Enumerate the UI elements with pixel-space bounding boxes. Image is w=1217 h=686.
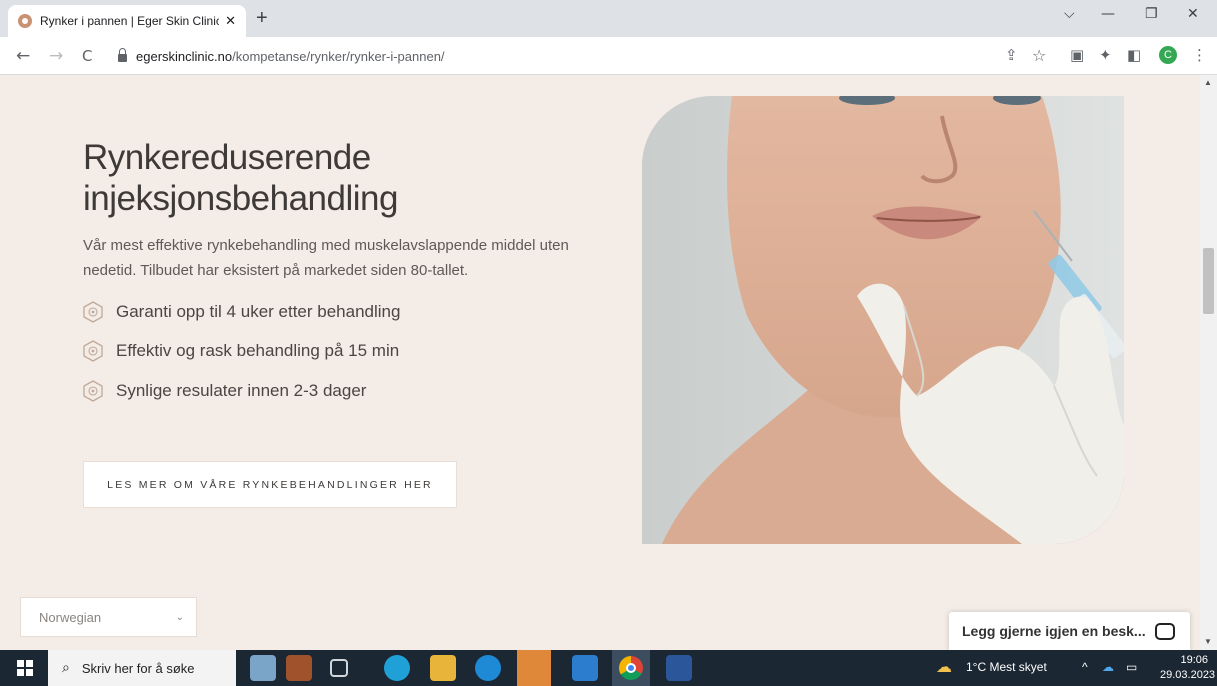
search-icon: ⌕	[62, 660, 70, 676]
hero-photo	[642, 96, 1124, 544]
share-icon[interactable]: ⇪	[1005, 46, 1018, 64]
extensions-puzzle-icon[interactable]: ✦	[1099, 46, 1112, 64]
forward-button[interactable]: →	[49, 46, 63, 66]
side-panel-icon[interactable]: ◧	[1127, 46, 1141, 64]
close-window-button[interactable]: ✕	[1187, 6, 1199, 22]
file-explorer-icon[interactable]	[430, 655, 456, 681]
bookmark-star-icon[interactable]: ☆	[1032, 46, 1046, 65]
tab-search-icon[interactable]: ⌵	[1064, 6, 1075, 22]
battery-icon[interactable]: ▭	[1126, 660, 1137, 674]
url-domain: egerskinclinic.no	[136, 48, 233, 64]
reload-button[interactable]: C	[82, 47, 92, 65]
tab-title: Rynker i pannen | Eger Skin Clinic	[40, 14, 220, 28]
language-select[interactable]: Norwegian ⌄	[20, 597, 197, 637]
restore-button[interactable]: ❐	[1145, 6, 1158, 22]
edge-browser-icon[interactable]	[384, 655, 410, 681]
skype-icon[interactable]	[475, 655, 501, 681]
chevron-down-icon: ⌄	[175, 611, 184, 623]
task-view-icon[interactable]	[330, 659, 348, 677]
hexagon-badge-icon	[83, 380, 103, 402]
benefit-item: Effektiv og rask behandling på 15 min	[82, 339, 399, 363]
lock-icon	[118, 47, 127, 62]
address-bar[interactable]: egerskinclinic.no/kompetanse/rynker/rynk…	[112, 43, 1000, 69]
site-favicon-icon	[18, 14, 32, 28]
taskbar-search-placeholder: Skriv her for å søke	[81, 660, 195, 676]
windows-taskbar: ⌕ Skriv her for å søke ☁ 1°C Mest skyet …	[0, 650, 1217, 686]
benefit-text: Garanti opp til 4 uker etter behandling	[116, 302, 401, 321]
pdf-extension-icon[interactable]: ▣	[1070, 46, 1084, 64]
tab-strip: Rynker i pannen | Eger Skin Clinic ✕ + ⌵…	[0, 0, 1217, 37]
benefit-item: Garanti opp til 4 uker etter behandling	[82, 300, 400, 324]
benefit-text: Synlige resulater innen 2-3 dager	[116, 381, 367, 400]
new-tab-button[interactable]: +	[256, 7, 268, 30]
read-more-button[interactable]: LES MER OM VÅRE RYNKEBEHANDLINGER HER	[83, 461, 457, 508]
minimize-button[interactable]: —	[1101, 6, 1115, 22]
briefcase-app-icon[interactable]	[286, 655, 312, 681]
language-value: Norwegian	[39, 609, 102, 625]
hero-heading: Rynkereduserende injeksjonsbehandling	[83, 138, 398, 218]
scroll-up-arrow-icon[interactable]: ▲	[1204, 78, 1212, 87]
back-button[interactable]: ←	[16, 46, 30, 66]
treatment-photo-illustration	[642, 96, 1124, 544]
hero-intro: Vår mest effektive rynkebehandling med m…	[83, 237, 569, 279]
hexagon-badge-icon	[83, 301, 103, 323]
tray-chevron-icon[interactable]: ^	[1082, 660, 1088, 674]
chrome-icon[interactable]	[612, 650, 650, 686]
laptop-app-icon[interactable]	[250, 655, 276, 681]
scroll-down-arrow-icon[interactable]: ▼	[1204, 637, 1212, 646]
taskbar-clock[interactable]: 19:06 29.03.2023	[1160, 653, 1216, 683]
clock-time: 19:06	[1180, 654, 1208, 666]
chat-widget-text: Legg gjerne igjen en besk...	[962, 623, 1146, 639]
tab-close-icon[interactable]: ✕	[225, 13, 236, 29]
weather-text[interactable]: 1°C Mest skyet	[966, 660, 1047, 674]
word-icon[interactable]	[666, 655, 692, 681]
menu-icon[interactable]: ⋮	[1192, 46, 1207, 64]
chat-bubble-icon	[1154, 622, 1175, 640]
benefit-item: Synlige resulater innen 2-3 dager	[82, 379, 366, 403]
onedrive-icon[interactable]: ☁	[1102, 660, 1114, 674]
outlook-icon[interactable]	[517, 650, 551, 686]
url-text: egerskinclinic.no/kompetanse/rynker/rynk…	[136, 49, 445, 64]
profile-avatar[interactable]: C	[1159, 46, 1177, 64]
page-scrollbar[interactable]	[1200, 75, 1217, 650]
weather-icon: ☁	[936, 659, 952, 676]
browser-toolbar: ← → C egerskinclinic.no/kompetanse/rynke…	[0, 37, 1217, 75]
clock-date: 29.03.2023	[1160, 669, 1216, 681]
url-path: /kompetanse/rynker/rynker-i-pannen/	[232, 48, 445, 64]
benefit-text: Effektiv og rask behandling på 15 min	[116, 341, 400, 360]
browser-tab[interactable]: Rynker i pannen | Eger Skin Clinic ✕	[8, 5, 246, 37]
windows-start-icon[interactable]	[17, 660, 33, 676]
scrollbar-thumb[interactable]	[1203, 248, 1214, 314]
chat-widget-button[interactable]: Legg gjerne igjen en besk...	[949, 612, 1190, 650]
hexagon-badge-icon	[83, 340, 103, 362]
taskbar-search-box[interactable]: ⌕ Skriv her for å søke	[48, 650, 236, 686]
photos-app-icon[interactable]	[572, 655, 598, 681]
